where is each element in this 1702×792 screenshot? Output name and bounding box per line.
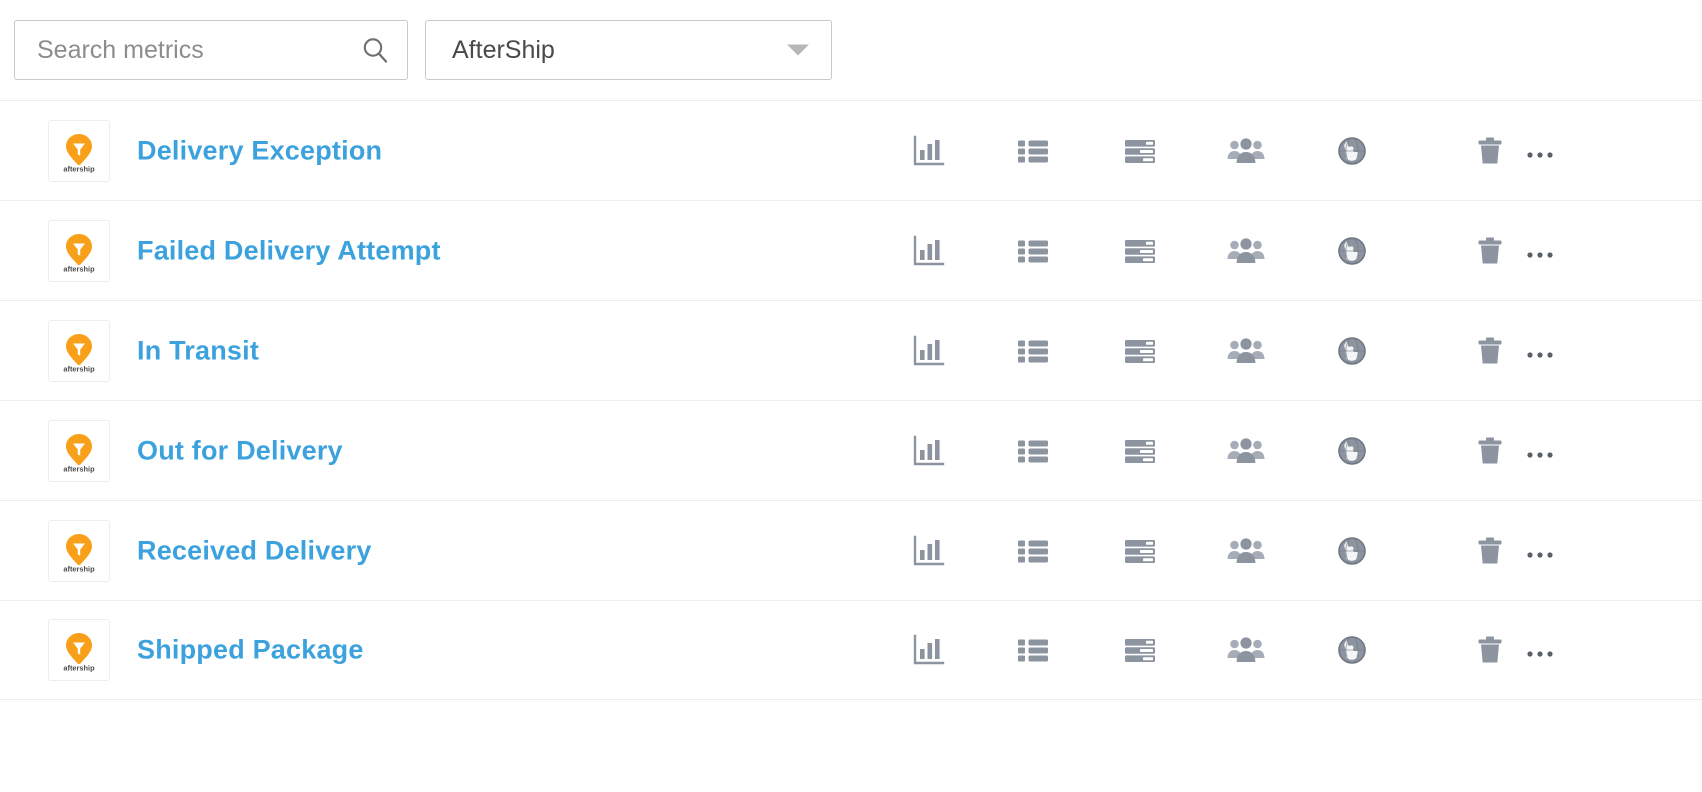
table-row: aftership Received Delivery bbox=[0, 500, 1702, 600]
svg-text:aftership: aftership bbox=[63, 564, 95, 573]
metric-name-link[interactable]: Delivery Exception bbox=[137, 135, 382, 166]
list-icon[interactable] bbox=[1015, 333, 1051, 369]
svg-text:aftership: aftership bbox=[63, 464, 95, 473]
trash-icon[interactable] bbox=[1475, 632, 1505, 668]
table-row: aftership Delivery Exception bbox=[0, 100, 1702, 200]
aftership-logo-icon: aftership bbox=[63, 433, 95, 473]
bar-chart-icon[interactable] bbox=[910, 632, 946, 668]
metric-name-link[interactable]: Shipped Package bbox=[137, 635, 364, 666]
table-row: aftership In Transit bbox=[0, 300, 1702, 400]
search-icon[interactable] bbox=[361, 36, 389, 64]
aftership-logo-icon: aftership bbox=[63, 333, 95, 373]
ellipsis-icon[interactable] bbox=[1524, 233, 1556, 269]
group-people-icon[interactable] bbox=[1226, 632, 1266, 668]
table-row: aftership Shipped Package bbox=[0, 600, 1702, 700]
bar-chart-icon[interactable] bbox=[910, 433, 946, 469]
list-icon[interactable] bbox=[1015, 533, 1051, 569]
ellipsis-icon[interactable] bbox=[1524, 533, 1556, 569]
bar-chart-icon[interactable] bbox=[910, 133, 946, 169]
ellipsis-icon[interactable] bbox=[1524, 433, 1556, 469]
metric-name-link[interactable]: Failed Delivery Attempt bbox=[137, 235, 441, 266]
svg-text:aftership: aftership bbox=[63, 364, 95, 373]
aftership-logo-tile: aftership bbox=[48, 119, 110, 182]
integration-select-value: AfterShip bbox=[452, 35, 555, 64]
list-icon[interactable] bbox=[1015, 133, 1051, 169]
server-rack-icon[interactable] bbox=[1122, 233, 1158, 269]
globe-icon[interactable] bbox=[1334, 333, 1370, 369]
metric-name-link[interactable]: Out for Delivery bbox=[137, 435, 343, 466]
list-icon[interactable] bbox=[1015, 632, 1051, 668]
aftership-logo-tile: aftership bbox=[48, 519, 110, 582]
globe-icon[interactable] bbox=[1334, 632, 1370, 668]
list-icon[interactable] bbox=[1015, 433, 1051, 469]
group-people-icon[interactable] bbox=[1226, 233, 1266, 269]
trash-icon[interactable] bbox=[1475, 333, 1505, 369]
table-row: aftership Out for Delivery bbox=[0, 400, 1702, 500]
aftership-logo-icon: aftership bbox=[63, 133, 95, 173]
server-rack-icon[interactable] bbox=[1122, 433, 1158, 469]
ellipsis-icon[interactable] bbox=[1524, 133, 1556, 169]
group-people-icon[interactable] bbox=[1226, 433, 1266, 469]
globe-icon[interactable] bbox=[1334, 533, 1370, 569]
bar-chart-icon[interactable] bbox=[910, 533, 946, 569]
group-people-icon[interactable] bbox=[1226, 133, 1266, 169]
aftership-logo-tile: aftership bbox=[48, 219, 110, 282]
ellipsis-icon[interactable] bbox=[1524, 333, 1556, 369]
chevron-down-icon[interactable] bbox=[787, 44, 809, 56]
bar-chart-icon[interactable] bbox=[910, 233, 946, 269]
search-input[interactable] bbox=[15, 21, 359, 79]
aftership-logo-tile: aftership bbox=[48, 619, 110, 681]
aftership-logo-icon: aftership bbox=[63, 633, 95, 672]
globe-icon[interactable] bbox=[1334, 433, 1370, 469]
metrics-page: AfterShip aftership Delivery Exception bbox=[0, 0, 1702, 792]
globe-icon[interactable] bbox=[1334, 133, 1370, 169]
group-people-icon[interactable] bbox=[1226, 533, 1266, 569]
metrics-toolbar: AfterShip bbox=[0, 0, 1702, 100]
search-box[interactable] bbox=[14, 20, 408, 80]
metrics-list: aftership Delivery Exception aftership F… bbox=[0, 100, 1702, 700]
server-rack-icon[interactable] bbox=[1122, 632, 1158, 668]
aftership-logo-tile: aftership bbox=[48, 419, 110, 482]
aftership-logo-icon: aftership bbox=[63, 233, 95, 273]
trash-icon[interactable] bbox=[1475, 133, 1505, 169]
trash-icon[interactable] bbox=[1475, 233, 1505, 269]
metric-name-link[interactable]: In Transit bbox=[137, 335, 259, 366]
aftership-logo-icon: aftership bbox=[63, 533, 95, 573]
list-icon[interactable] bbox=[1015, 233, 1051, 269]
server-rack-icon[interactable] bbox=[1122, 533, 1158, 569]
group-people-icon[interactable] bbox=[1226, 333, 1266, 369]
metric-name-link[interactable]: Received Delivery bbox=[137, 535, 372, 566]
server-rack-icon[interactable] bbox=[1122, 333, 1158, 369]
svg-text:aftership: aftership bbox=[63, 663, 95, 672]
svg-text:aftership: aftership bbox=[63, 264, 95, 273]
trash-icon[interactable] bbox=[1475, 433, 1505, 469]
svg-text:aftership: aftership bbox=[63, 164, 95, 173]
server-rack-icon[interactable] bbox=[1122, 133, 1158, 169]
aftership-logo-tile: aftership bbox=[48, 319, 110, 382]
integration-select[interactable]: AfterShip bbox=[425, 20, 832, 80]
ellipsis-icon[interactable] bbox=[1524, 632, 1556, 668]
globe-icon[interactable] bbox=[1334, 233, 1370, 269]
table-row: aftership Failed Delivery Attempt bbox=[0, 200, 1702, 300]
bar-chart-icon[interactable] bbox=[910, 333, 946, 369]
trash-icon[interactable] bbox=[1475, 533, 1505, 569]
